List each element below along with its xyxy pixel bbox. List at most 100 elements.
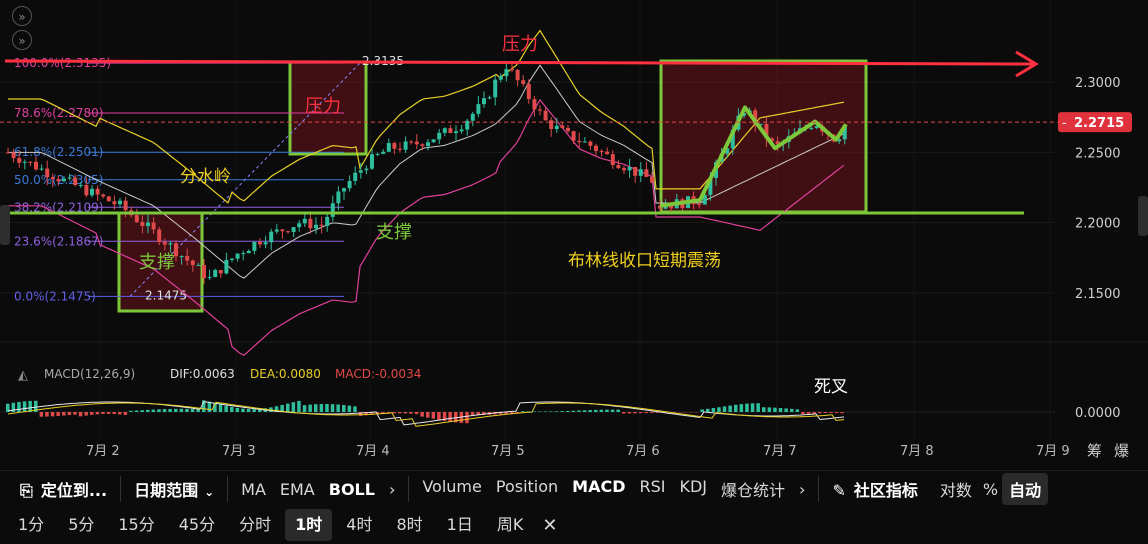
macd-histogram-bar: [185, 408, 189, 412]
candle-body: [638, 169, 643, 176]
macd-histogram-bar: [162, 409, 167, 412]
indicator-toolbar: ⎘ 定位到... 日期范围 ⌄ MA EMA BOLL › Volume Position…: [0, 470, 1148, 507]
macd-histogram-bar: [588, 410, 592, 412]
indicator-volume[interactable]: Volume: [415, 477, 489, 501]
right-scroll-handle[interactable]: [1138, 196, 1148, 236]
interval-周K[interactable]: 周K: [487, 509, 534, 541]
candle-body: [644, 169, 649, 177]
indicator-ma[interactable]: MA: [234, 480, 273, 499]
divider: [818, 476, 820, 502]
indicator-rsi[interactable]: RSI: [632, 477, 672, 501]
macd-histogram-bar: [700, 409, 704, 412]
macd-histogram-bar: [431, 412, 436, 419]
macd-histogram-bar: [470, 412, 475, 416]
macd-value: MACD:-0.0034: [335, 367, 421, 381]
candle-body: [196, 264, 201, 266]
candle-body: [482, 98, 486, 105]
price-chart[interactable]: 100.0%(2.3135)78.6%(2.2780)61.8%(2.2501)…: [0, 0, 1148, 468]
macd-histogram-bar: [784, 408, 788, 412]
macd-histogram-bar: [146, 409, 150, 412]
interval-8时[interactable]: 8时: [386, 509, 432, 541]
indicator-爆仓统计[interactable]: 爆仓统计: [714, 477, 792, 501]
auto-scale-button[interactable]: 自动: [1002, 473, 1049, 505]
left-scroll-handle[interactable]: [0, 205, 10, 245]
expand-icon[interactable]: »: [12, 30, 32, 50]
macd-histogram-bar: [594, 409, 598, 412]
macd-histogram-bar: [325, 404, 329, 412]
indicator-boll[interactable]: BOLL: [322, 480, 382, 499]
macd-histogram-bar: [235, 407, 240, 412]
macd-histogram-bar: [347, 405, 352, 412]
macd-histogram-bar: [627, 412, 632, 414]
interval-1时[interactable]: 1时: [285, 509, 333, 541]
candle-body: [157, 229, 162, 243]
macd-histogram-bar: [308, 404, 312, 412]
macd-histogram-bar: [610, 409, 615, 412]
candle-body: [95, 188, 100, 195]
macd-histogram-bar: [246, 409, 251, 412]
candle-body: [325, 216, 330, 226]
candle-body: [633, 166, 638, 176]
percent-toggle[interactable]: %: [979, 480, 1002, 499]
candle-body: [190, 260, 195, 266]
interval-1日[interactable]: 1日: [437, 509, 483, 541]
candle-body: [207, 277, 212, 279]
community-indicators-button[interactable]: ✎ 社区指标: [825, 477, 924, 501]
indicator-kdj[interactable]: KDJ: [672, 477, 714, 501]
interval-15分[interactable]: 15分: [108, 509, 164, 541]
chevron-right-icon[interactable]: ›: [382, 480, 402, 499]
close-icon[interactable]: ✕: [535, 515, 564, 536]
date-range-dropdown[interactable]: 日期范围 ⌄: [127, 477, 221, 501]
macd-histogram-bar: [190, 408, 195, 412]
candle-body: [73, 177, 78, 186]
interval-45分[interactable]: 45分: [169, 509, 225, 541]
macd-histogram-bar: [286, 403, 290, 412]
macd-histogram-bar: [823, 412, 828, 414]
indicator-macd[interactable]: MACD: [565, 477, 632, 501]
date-tick: 7月 5: [491, 444, 525, 459]
candle-body: [22, 161, 27, 163]
macd-histogram-bar: [829, 412, 833, 413]
candle-body: [697, 204, 702, 206]
edit-icon: ✎: [832, 481, 846, 500]
candle-body: [403, 141, 408, 150]
candle-body: [269, 231, 274, 243]
candle-body: [616, 165, 621, 169]
indicator-ema[interactable]: EMA: [273, 480, 322, 499]
candle-body: [252, 242, 257, 251]
log-scale-toggle[interactable]: 对数: [933, 477, 979, 501]
candle-body: [538, 109, 542, 111]
candle-body: [280, 229, 285, 232]
interval-5分[interactable]: 5分: [58, 509, 104, 541]
chevron-right-icon[interactable]: ›: [792, 480, 812, 499]
interval-list: 1分 5分 15分 45分 分时 1时 4时 8时 1日 周K: [0, 509, 535, 541]
macd-histogram-bar: [711, 408, 716, 412]
macd-histogram-bar: [39, 412, 44, 417]
locate-button[interactable]: ⎘ 定位到...: [0, 477, 114, 501]
macd-zero-tick: 0.0000: [1075, 406, 1121, 421]
macd-histogram-bar: [314, 404, 318, 412]
candle-body: [487, 97, 492, 99]
collapse-icon[interactable]: »: [12, 6, 32, 26]
candle-body: [123, 200, 128, 211]
candle-body: [594, 145, 598, 152]
indicator-position[interactable]: Position: [489, 477, 565, 501]
candle-body: [34, 161, 38, 170]
macd-histogram-bar: [230, 406, 234, 412]
candle-body: [392, 143, 397, 149]
candle-body: [84, 184, 89, 196]
interval-4时[interactable]: 4时: [336, 509, 382, 541]
candle-body: [235, 253, 240, 259]
candle-body: [577, 140, 582, 143]
interval-分时[interactable]: 分时: [229, 509, 281, 541]
interval-1分[interactable]: 1分: [8, 509, 54, 541]
macd-histogram-bar: [767, 407, 772, 412]
macd-dif: DIF:0.0063: [170, 367, 235, 381]
macd-histogram-bar: [465, 412, 469, 424]
macd-histogram-bar: [106, 412, 111, 414]
macd-histogram-bar: [571, 410, 576, 412]
macd-histogram-bar: [722, 406, 727, 412]
macd-histogram-bar: [638, 412, 643, 414]
candle-body: [582, 141, 587, 143]
macd-histogram-bar: [560, 411, 564, 412]
